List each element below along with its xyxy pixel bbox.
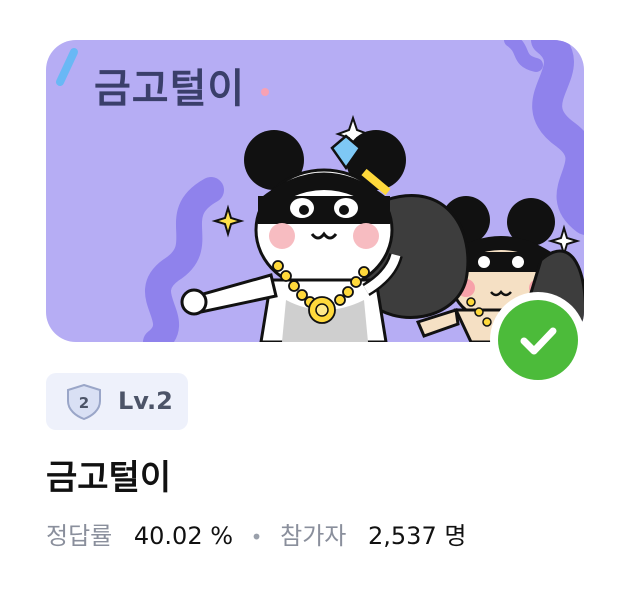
quiz-banner[interactable]: 금고털이 bbox=[46, 40, 584, 342]
accuracy-label: 정답률 bbox=[46, 522, 113, 550]
banner-title: 금고털이 bbox=[94, 66, 246, 112]
completed-badge bbox=[490, 292, 586, 388]
quiz-title: 금고털이 bbox=[46, 458, 172, 498]
level-label: Lv.2 bbox=[118, 387, 173, 415]
shield-icon: 2 bbox=[67, 384, 101, 420]
check-icon bbox=[520, 327, 557, 355]
stats-separator: • bbox=[250, 525, 263, 549]
check-circle bbox=[498, 300, 578, 380]
level-badge-number: 2 bbox=[79, 394, 89, 412]
level-badge: 2 Lv.2 bbox=[46, 373, 188, 430]
participants-label: 참가자 bbox=[280, 522, 347, 550]
accuracy-value: 40.02 % bbox=[133, 522, 234, 550]
participants-value: 2,537 명 bbox=[368, 522, 467, 550]
quiz-stats: 정답률 40.02 % • 참가자 2,537 명 bbox=[46, 516, 466, 551]
